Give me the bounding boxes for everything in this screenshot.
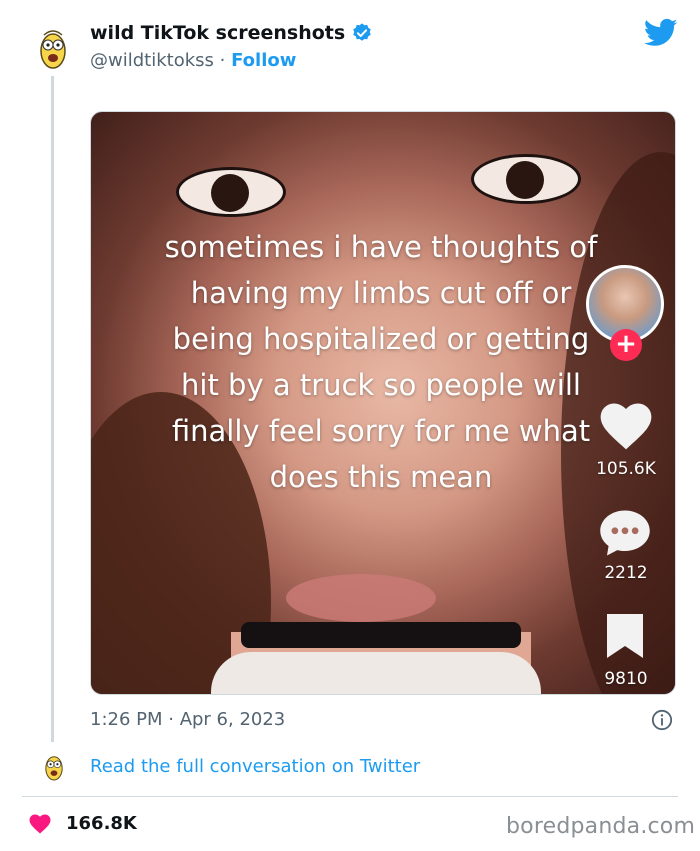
like-count: 105.6K (596, 459, 656, 479)
author-name[interactable]: wild TikTok screenshots (90, 22, 345, 44)
follow-plus-button[interactable]: + (610, 329, 642, 361)
tweet-media[interactable]: sometimes i have thoughts of having my l… (90, 111, 676, 695)
tiktok-caption: sometimes i have thoughts of having my l… (164, 230, 598, 494)
verified-badge-icon (353, 23, 371, 41)
save-count: 9810 (604, 669, 648, 689)
heart-icon[interactable] (597, 397, 655, 451)
photo-choker (241, 622, 521, 648)
author-handle-row: @wildtiktokss · Follow (90, 50, 296, 71)
tweet-timestamp[interactable]: 1:26 PM · Apr 6, 2023 (90, 709, 285, 730)
comment-icon[interactable] (598, 508, 652, 558)
author-avatar[interactable] (36, 27, 70, 71)
bookmark-icon[interactable] (604, 612, 646, 660)
comment-count: 2212 (604, 563, 648, 583)
photo-lips (286, 574, 436, 622)
read-conversation-link[interactable]: Read the full conversation on Twitter (90, 756, 420, 777)
twitter-bird-icon[interactable] (644, 18, 678, 48)
footer-like-count: 166.8K (66, 812, 137, 834)
follow-button[interactable]: Follow (231, 50, 296, 71)
author-name-row[interactable]: wild TikTok screenshots (90, 22, 373, 44)
info-icon[interactable] (651, 709, 673, 731)
photo-eye-left (176, 167, 286, 217)
photo-eye-right (471, 154, 581, 204)
photo-shirt (211, 652, 541, 694)
heart-like-icon[interactable] (28, 812, 52, 834)
handle-separator: · (219, 50, 226, 71)
author-handle[interactable]: @wildtiktokss (90, 50, 214, 71)
thread-line (51, 76, 54, 742)
footer-likes[interactable]: 166.8K (28, 812, 137, 834)
boredpanda-watermark: boredpanda.com (506, 814, 696, 839)
footer-divider (22, 796, 678, 797)
author-avatar-small[interactable] (42, 752, 66, 782)
